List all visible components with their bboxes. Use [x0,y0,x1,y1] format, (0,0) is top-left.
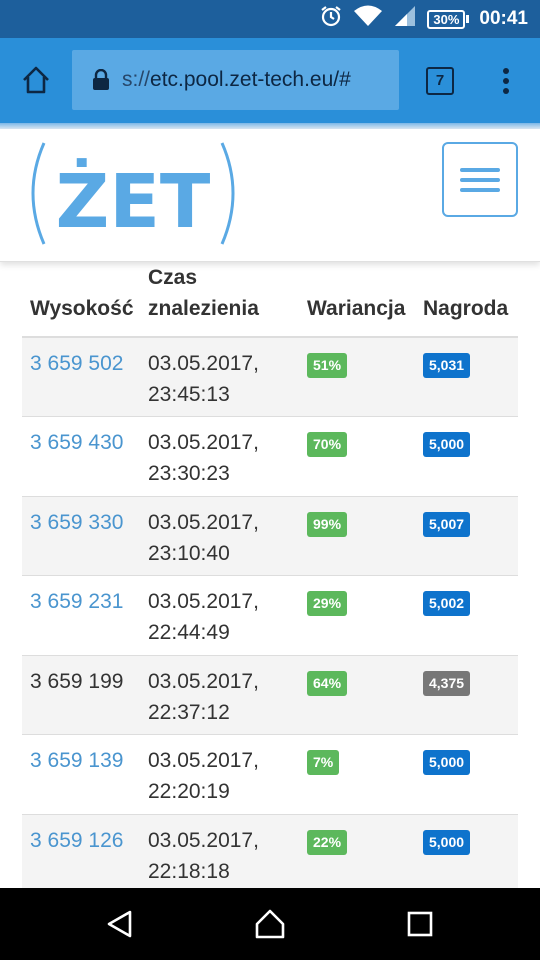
block-height-link[interactable]: 3 659 430 [30,431,123,454]
table-row: 3 659 126 03.05.2017, 22:18:18 22% 5,000 [22,813,518,888]
header-time: Czas znalezienia [140,262,299,338]
found-time: 03.05.2017, 22:20:19 [140,734,299,814]
logo-text: ŻET [56,157,211,245]
blocks-table-container: Wysokość Czas znalezienia Wariancja Nagro… [22,262,518,888]
reward-badge: 5,007 [423,511,471,537]
home-button[interactable] [234,888,306,960]
status-icons: 30% 00:41 [319,0,528,38]
zet-logo[interactable]: ŻET [28,141,240,246]
reward-badge: 4,375 [423,670,471,696]
system-nav-bar [0,888,540,960]
variance-badge: 64% [307,670,348,696]
found-time: 03.05.2017, 22:44:49 [140,575,299,655]
url-scheme: s:// [122,68,151,91]
found-time: 03.05.2017, 22:18:18 [140,813,299,888]
home-icon [23,66,49,94]
table-row: 3 659 430 03.05.2017, 23:30:23 70% 5,000 [22,416,518,496]
variance-badge: 29% [307,591,348,616]
variance-badge: 99% [307,511,348,537]
address-bar[interactable]: s:// etc.pool.zet-tech.eu/# [72,50,399,110]
status-bar: 30% 00:41 [0,0,540,38]
alarm-icon [319,4,343,34]
table-row: 3 659 231 03.05.2017, 22:44:49 29% 5,002 [22,575,518,655]
battery-level: 30% [427,9,466,29]
table-row: 3 659 199 03.05.2017, 22:37:12 64% 4,375 [22,654,518,735]
found-time: 03.05.2017, 23:10:40 [140,495,299,576]
block-height: 3 659 199 [30,669,124,693]
block-height-link[interactable]: 3 659 330 [30,511,123,534]
back-icon [107,910,132,938]
reward-badge: 5,000 [423,829,471,855]
found-time: 03.05.2017, 22:37:12 [140,654,299,735]
overflow-menu-button[interactable] [492,64,520,98]
variance-badge: 70% [307,432,348,457]
block-height-link[interactable]: 3 659 502 [30,352,123,375]
header-variance: Wariancja [299,262,415,338]
header-height: Wysokość [22,262,140,338]
nav-toggle-button[interactable] [442,142,518,217]
found-time: 03.05.2017, 23:45:13 [140,336,299,417]
reward-badge: 5,031 [423,353,471,378]
back-button[interactable] [84,888,156,960]
blocks-table: Wysokość Czas znalezienia Wariancja Nagro… [22,262,518,888]
tab-switcher-button[interactable]: 7 [426,67,454,95]
reward-badge: 5,000 [423,750,471,775]
site-header: ŻET [0,129,540,262]
wifi-icon [353,4,383,34]
variance-badge: 7% [307,750,340,775]
url-host: etc.pool.zet-tech.eu/# [150,68,351,91]
browser-toolbar: s:// etc.pool.zet-tech.eu/# 7 [0,38,540,123]
block-height-link[interactable]: 3 659 126 [30,829,123,852]
signal-icon [393,4,417,34]
recents-icon [407,911,433,937]
table-row: 3 659 330 03.05.2017, 23:10:40 99% 5,007 [22,495,518,576]
variance-badge: 22% [307,829,348,855]
table-header-row: Wysokość Czas znalezienia Wariancja Nagro… [22,262,518,338]
found-time: 03.05.2017, 23:30:23 [140,416,299,496]
variance-badge: 51% [307,353,348,378]
lock-icon [92,69,110,91]
clock: 00:41 [479,8,528,29]
browser-home-button[interactable] [12,56,60,104]
battery-icon: 30% [427,9,470,29]
table-row: 3 659 502 03.05.2017, 23:45:13 51% 5,031 [22,336,518,417]
reward-badge: 5,002 [423,591,471,616]
reward-badge: 5,000 [423,432,471,457]
header-reward: Nagroda [415,262,518,338]
recents-button[interactable] [384,888,456,960]
block-height-link[interactable]: 3 659 231 [30,590,123,613]
home-icon [255,909,285,939]
table-row: 3 659 139 03.05.2017, 22:20:19 7% 5,000 [22,734,518,814]
block-height-link[interactable]: 3 659 139 [30,749,123,772]
